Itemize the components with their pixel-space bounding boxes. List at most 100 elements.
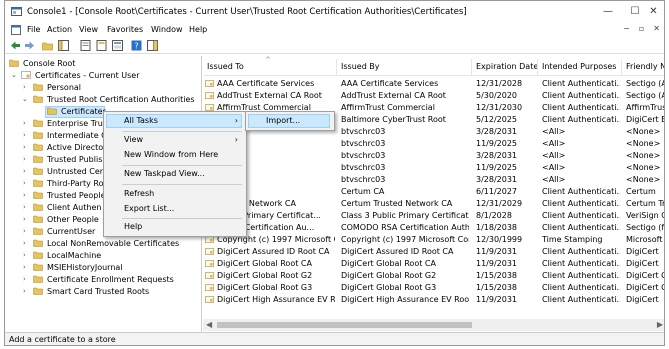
chevron-right-icon[interactable]: › [23,191,26,199]
properties-icon[interactable] [80,40,91,51]
chevron-right-icon[interactable]: › [23,143,26,151]
chevron-right-icon[interactable]: › [23,167,26,175]
refresh-icon[interactable] [112,40,123,51]
table-row[interactable]: DigiCert Global Root CA DigiCert Global R… [203,258,664,270]
tree-item-label: CurrentUser [47,227,96,236]
table-row[interactable]: 03btvschrc033/28/2031<All><None> [203,150,664,162]
chevron-right-icon[interactable]: › [23,287,26,295]
cell-friendly-name: AffirmTrust C [626,103,664,112]
table-row[interactable]: DigiCert High Assurance EV Ro... DigiCert… [203,294,664,306]
chevron-right-icon[interactable]: › [23,263,26,271]
cell-friendly-name: Sectigo (forn [626,223,665,232]
menu-item-export-list[interactable]: Export List... [124,204,174,213]
menu-file[interactable]: File [27,25,40,34]
chevron-down-icon[interactable]: ⌄ [11,71,17,79]
menu-separator [122,184,242,185]
menu-item-all-tasks[interactable]: All Tasks [124,116,158,125]
menu-item-new-taskpad[interactable]: New Taskpad View... [124,169,205,178]
tree-item-label: Active Directo [47,143,104,152]
chevron-right-icon[interactable]: › [23,227,26,235]
column-divider[interactable] [621,59,622,75]
cell-issued-by: Certum Trusted Network CA [341,199,453,208]
chevron-right-icon[interactable]: › [23,215,26,223]
cell-friendly-name: Certum Trust [626,199,665,208]
show-action-pane-icon[interactable] [147,40,158,51]
table-row[interactable]: O RSA Certification Au... COMODO RSA Cert… [203,222,665,234]
column-header-issued-by[interactable]: Issued By [341,62,380,71]
chevron-right-icon[interactable]: › [23,131,26,139]
menu-help[interactable]: Help [189,25,207,34]
cell-intended-purposes: Client Authenticati... [542,283,620,292]
scroll-left-arrow-icon[interactable]: ◀ [206,320,212,329]
all-tasks-submenu: Import... [245,111,335,131]
close-button[interactable]: ✕ [641,4,664,20]
chevron-right-icon[interactable]: › [23,251,26,259]
menu-item-view[interactable]: View [124,135,143,144]
cell-issued-by: btvschrc03 [341,163,386,172]
menu-view[interactable]: View [79,25,98,34]
column-divider[interactable] [336,59,337,75]
menu-favorites[interactable]: Favorites [107,25,143,34]
table-row[interactable]: Copyright (c) 1997 Microsoft C... Copyrig… [203,234,664,246]
tree-item-label: Trusted Publis [47,155,103,164]
mdi-close-button[interactable]: ✕ [653,24,660,33]
column-header-issued-to[interactable]: Issued To [207,62,244,71]
table-row[interactable]: DigiCert Assured ID Root CA DigiCert Assu… [203,246,664,258]
cell-expiration-date: 12/31/2029 [476,199,523,208]
folder-icon [33,275,43,283]
table-row[interactable]: DigiCert Global Root G3 DigiCert Global R… [203,282,664,294]
menu-item-refresh[interactable]: Refresh [124,189,154,198]
column-header-expiration-date[interactable]: Expiration Date [476,62,538,71]
chevron-right-icon[interactable]: › [23,203,26,211]
cell-issued-by: DigiCert Assured ID Root CA [341,247,454,256]
chevron-right-icon[interactable]: › [23,155,26,163]
folder-icon [33,203,43,211]
scroll-right-arrow-icon[interactable]: ▶ [657,320,663,329]
tree-item-label: Certificates [61,107,107,116]
chevron-right-icon[interactable]: › [23,119,26,127]
forward-arrow-icon[interactable] [24,40,35,51]
table-row[interactable]: Public Primary Certificat... Class 3 Publ… [203,210,664,222]
chevron-right-icon[interactable]: › [23,275,26,283]
help-icon[interactable]: ? [131,40,142,51]
cell-friendly-name: VeriSign Clas [626,211,664,220]
scrollbar-thumb[interactable] [217,322,472,328]
cell-intended-purposes: Client Authenticati... [542,271,620,280]
chevron-right-icon[interactable]: › [23,179,26,187]
cell-expiration-date: 11/9/2025 [476,139,518,148]
horizontal-scrollbar[interactable]: ◀ ▶ [203,319,664,331]
show-hide-tree-icon[interactable] [58,40,69,51]
cell-issued-by: DigiCert Global Root G3 [341,283,437,292]
table-row[interactable]: DigiCert Global Root G2 DigiCert Global R… [203,270,664,282]
table-row[interactable]: 03btvschrc0311/9/2025<All><None> [203,162,664,174]
menu-item-import[interactable]: Import... [266,116,300,125]
table-row[interactable]: 03btvschrc033/28/2031<All><None> [203,174,664,186]
mdi-minimize-button[interactable]: − [623,24,630,33]
column-header-intended-purposes[interactable]: Intended Purposes [542,62,616,71]
chevron-right-icon[interactable]: › [23,239,26,247]
table-row[interactable]: AddTrust External CA Root AddTrust Extern… [203,90,664,102]
column-header-friendly-name[interactable]: Friendly Nam [626,62,664,71]
chevron-right-icon[interactable]: › [23,83,26,91]
cell-intended-purposes: <All> [542,127,566,136]
minimize-button[interactable]: — [593,4,623,20]
menu-item-new-window[interactable]: New Window from Here [124,150,218,159]
table-row[interactable]: Trusted Network CA Certum Trusted Network… [203,198,665,210]
cell-friendly-name: DigiCert [626,247,659,256]
chevron-down-icon[interactable]: ⌄ [22,95,28,103]
cell-expiration-date: 1/18/2038 [476,223,518,232]
back-arrow-icon[interactable] [10,40,21,51]
column-divider[interactable] [471,59,472,75]
export-list-icon[interactable] [96,40,107,51]
table-row[interactable]: AAA Certificate Services AAA Certificate … [203,78,664,90]
tree-item-label: Trusted Root Certification Authorities [47,95,195,104]
up-folder-icon[interactable] [42,40,53,51]
menu-action[interactable]: Action [47,25,72,34]
mdi-restore-button[interactable]: ▫ [639,24,644,33]
table-row[interactable]: CACertum CA6/11/2027Client Authenticati.… [203,186,664,198]
table-row[interactable]: 03btvschrc0311/9/2025<All><None> [203,138,664,150]
menu-window[interactable]: Window [151,25,183,34]
column-divider[interactable] [537,59,538,75]
menu-item-help[interactable]: Help [124,222,142,231]
cell-intended-purposes: Client Authenticati... [542,259,620,268]
